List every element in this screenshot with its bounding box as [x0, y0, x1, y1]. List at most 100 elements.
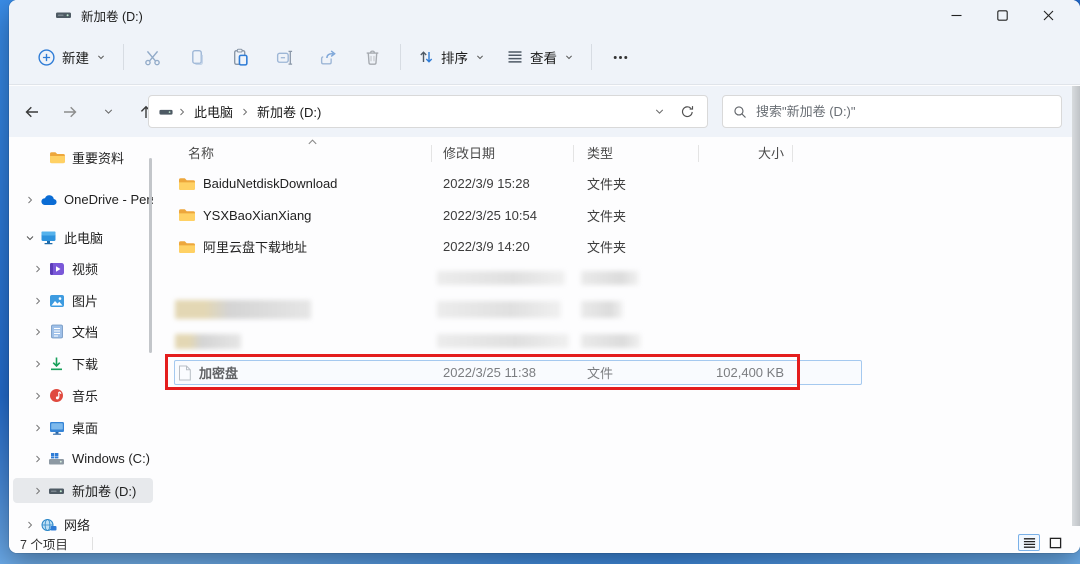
redacted-file-row[interactable] [165, 326, 1072, 358]
chevron-right-icon[interactable] [30, 326, 46, 338]
forward-arrow-icon [64, 106, 77, 117]
address-dropdown-button[interactable] [653, 105, 666, 118]
view-button[interactable]: 查看 [496, 39, 585, 75]
maximize-button[interactable] [979, 0, 1025, 30]
chevron-right-icon[interactable] [30, 358, 46, 370]
sidebar-item-music[interactable]: 音乐 [13, 383, 153, 408]
chevron-right-icon[interactable] [30, 485, 46, 497]
large-icons-view-button[interactable] [1044, 534, 1066, 551]
sidebar-item-downloads[interactable]: 下载 [13, 351, 153, 376]
sidebar-item-onedrive[interactable]: OneDrive - Pers [13, 187, 153, 212]
share-icon [320, 49, 336, 65]
forward-button[interactable] [55, 97, 85, 127]
sort-button[interactable]: 排序 [407, 39, 496, 75]
details-view-icon [1023, 537, 1035, 548]
new-button[interactable]: 新建 [27, 39, 117, 75]
recent-locations-button[interactable] [93, 97, 123, 127]
minimize-icon [951, 14, 961, 16]
chevron-right-icon[interactable] [30, 390, 46, 402]
folder-icon [48, 151, 65, 164]
search-input[interactable] [756, 104, 1051, 119]
file-list-scrollbar[interactable] [1072, 86, 1080, 526]
network-globe-icon [40, 518, 57, 532]
rename-button[interactable] [262, 39, 306, 75]
breadcrumb-current-drive[interactable]: 新加卷 (D:) [253, 102, 325, 121]
sidebar-item-label: 此电脑 [64, 231, 104, 246]
redacted-cell [581, 271, 639, 286]
desktop-icon [48, 421, 65, 435]
file-size: 102,400 KB [716, 365, 784, 381]
details-view-button[interactable] [1018, 534, 1040, 551]
explorer-window: 新加卷 (D:) 新建 排序 查看 此电脑 新加卷 (D:) 搜索"新加卷 (D… [9, 0, 1080, 553]
sidebar-item-label: 网络 [64, 518, 91, 533]
chevron-right-icon[interactable] [30, 453, 46, 465]
chevron-down-icon [477, 55, 483, 60]
column-header-size[interactable]: 大小 [698, 143, 792, 162]
chevron-right-icon[interactable] [22, 519, 38, 531]
sort-ascending-icon [307, 138, 318, 146]
column-header-type[interactable]: 类型 [573, 143, 698, 162]
music-icon [48, 388, 65, 403]
documents-icon [48, 324, 65, 339]
file-name: 阿里云盘下载地址 [203, 240, 308, 256]
more-button[interactable] [598, 39, 642, 75]
address-bar[interactable]: 此电脑 新加卷 (D:) [148, 95, 708, 128]
share-button[interactable] [306, 39, 350, 75]
sidebar-item-pinned-folder[interactable]: 重要资料 [13, 145, 153, 170]
refresh-button[interactable] [680, 104, 695, 119]
chevron-down-icon[interactable] [22, 232, 38, 244]
paste-button[interactable] [218, 39, 262, 75]
rename-icon [276, 50, 292, 65]
redacted-file-row[interactable] [165, 263, 1072, 295]
file-row[interactable]: BaiduNetdiskDownload 2022/3/9 15:28 文件夹 [165, 168, 1072, 200]
sidebar-item-documents[interactable]: 文档 [13, 319, 153, 344]
back-button[interactable] [17, 97, 47, 127]
monitor-icon [40, 230, 57, 245]
chevron-right-icon[interactable] [30, 422, 46, 434]
plus-circle-icon [38, 48, 55, 66]
chevron-right-icon[interactable] [22, 194, 38, 206]
delete-button[interactable] [350, 39, 394, 75]
sidebar-item-label: 新加卷 (D:) [72, 484, 137, 499]
sidebar-scrollbar[interactable] [149, 158, 152, 353]
file-row[interactable]: YSXBaoXianXiang 2022/3/25 10:54 文件夹 [165, 200, 1072, 232]
toolbar-separator [123, 44, 124, 70]
chevron-down-icon [655, 109, 664, 114]
column-header-name[interactable]: 名称 [165, 143, 431, 162]
sidebar-item-this-pc[interactable]: 此电脑 [13, 225, 153, 250]
copy-button[interactable] [174, 39, 218, 75]
chevron-right-icon[interactable] [30, 263, 46, 275]
sidebar-item-new-volume-d[interactable]: 新加卷 (D:) [13, 478, 153, 503]
chevron-right-icon[interactable] [30, 295, 46, 307]
sort-icon [420, 51, 433, 63]
drive-icon [48, 484, 65, 498]
minimize-button[interactable] [933, 0, 979, 30]
window-title: 新加卷 (D:) [81, 9, 143, 24]
file-row-selected[interactable]: 加密盘 2022/3/25 11:38 文件 102,400 KB [165, 357, 1072, 389]
ellipsis-icon [613, 55, 627, 59]
drive-icon [158, 105, 174, 119]
sidebar-item-network[interactable]: 网络 [13, 512, 153, 533]
close-button[interactable] [1025, 0, 1071, 30]
redacted-cell [437, 271, 565, 286]
sidebar-item-windows-c[interactable]: Windows (C:) [13, 446, 153, 471]
file-row[interactable]: 阿里云盘下载地址 2022/3/9 14:20 文件夹 [165, 231, 1072, 263]
sidebar-item-label: 下载 [72, 357, 99, 372]
sidebar-item-pictures[interactable]: 图片 [13, 288, 153, 313]
downloads-icon [48, 356, 65, 371]
toolbar-separator [400, 44, 401, 70]
breadcrumb-this-pc[interactable]: 此电脑 [190, 102, 237, 121]
file-date: 2022/3/9 15:28 [443, 176, 530, 192]
file-date: 2022/3/25 11:38 [443, 365, 537, 381]
column-header-date[interactable]: 修改日期 [431, 143, 573, 162]
redacted-file-row[interactable] [165, 294, 1072, 326]
file-icon [178, 365, 191, 381]
cut-button[interactable] [130, 39, 174, 75]
file-date: 2022/3/25 10:54 [443, 207, 537, 223]
sidebar-item-videos[interactable]: 视频 [13, 256, 153, 281]
file-date: 2022/3/9 14:20 [443, 239, 530, 255]
sidebar-item-label: 文档 [72, 325, 99, 340]
search-box[interactable] [722, 95, 1062, 128]
file-type: 文件 [587, 366, 614, 382]
sidebar-item-desktop[interactable]: 桌面 [13, 415, 153, 440]
